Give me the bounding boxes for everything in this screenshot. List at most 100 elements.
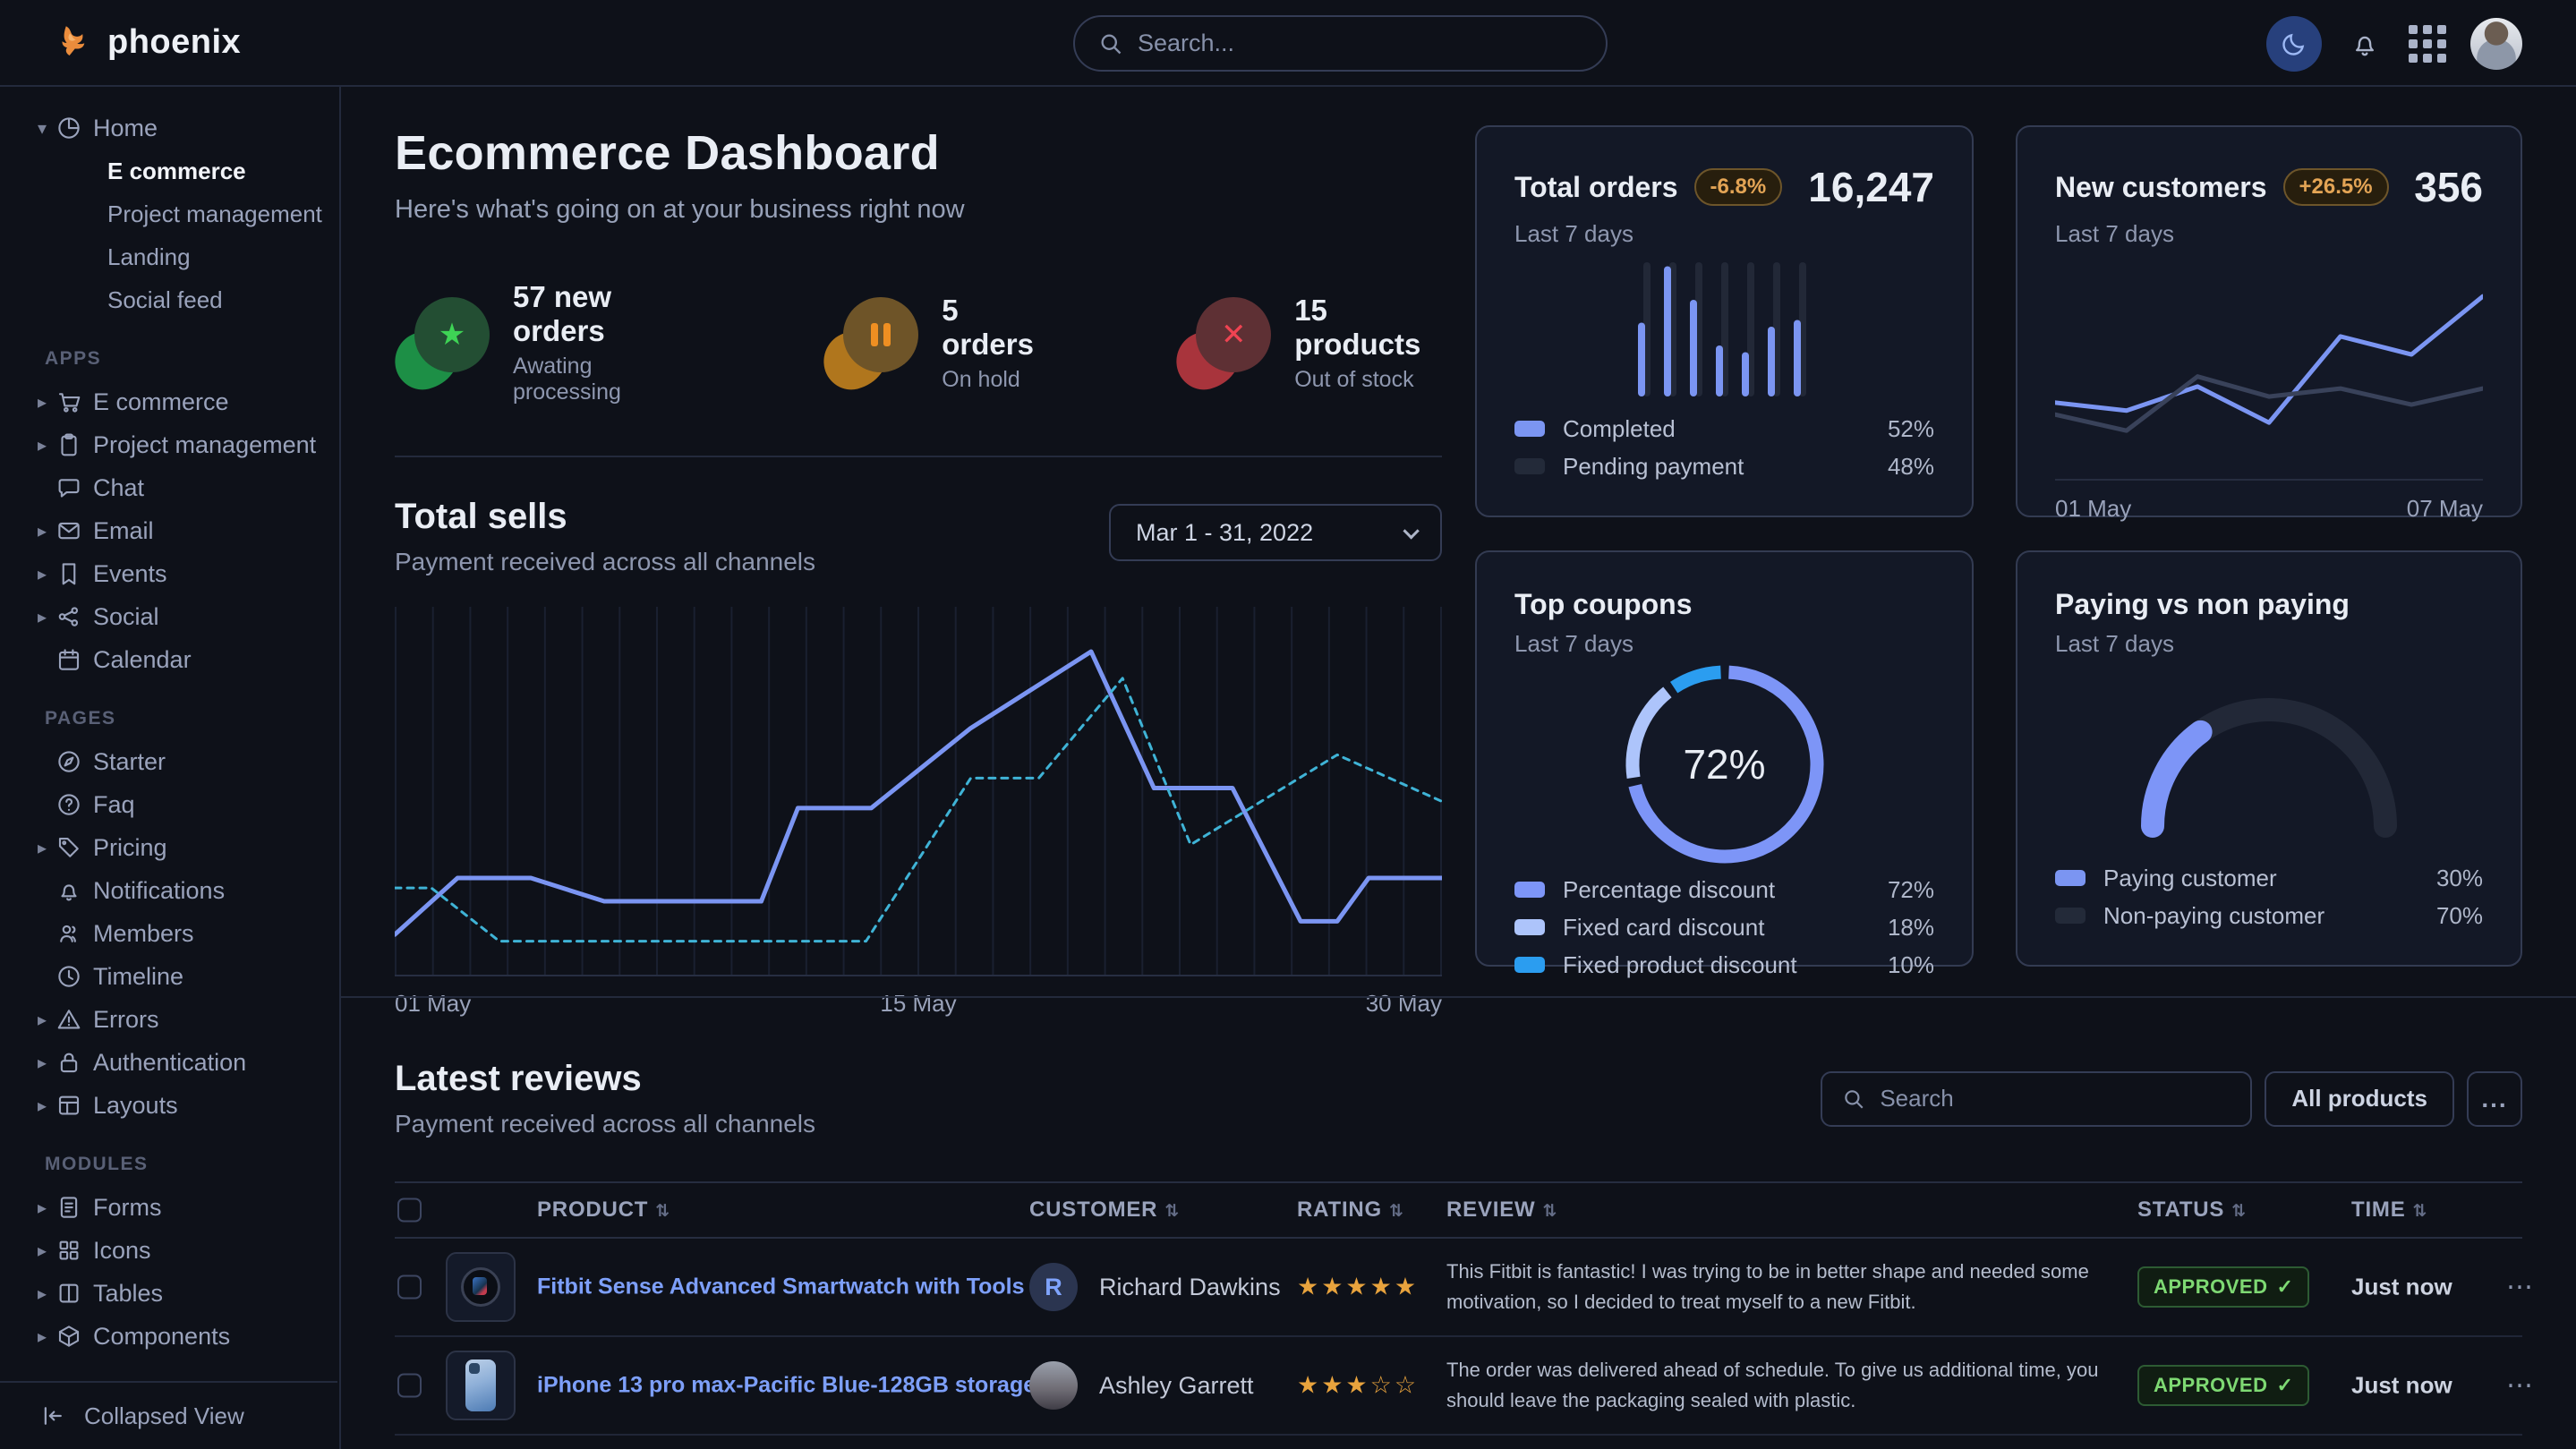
user-avatar[interactable] [2470, 18, 2522, 70]
check-icon: ✓ [2276, 1275, 2293, 1299]
customer-avatar[interactable]: R [1029, 1263, 1078, 1311]
status-badge: APPROVED✓ [2137, 1266, 2309, 1308]
stat-icon-star: ★ [395, 297, 490, 388]
reviews-controls: All products ... [1821, 1071, 2522, 1127]
row-menu-button[interactable]: ⋯ [2506, 1272, 2533, 1303]
sidebar-item-calendar[interactable]: Calendar [0, 638, 339, 681]
stat-icon-pause [823, 297, 918, 388]
paying-legend: Paying customer30%Non-paying customer70% [2055, 859, 2483, 934]
chevron-down-icon: ▾ [38, 117, 47, 140]
customer-cell: RRichard Dawkins [1029, 1263, 1281, 1311]
sidebar-item-notifications[interactable]: Notifications [0, 869, 339, 912]
new-customers-card: New customers +26.5% 356 Last 7 days 01 … [2016, 125, 2522, 517]
chevron-right-icon: ▸ [38, 1197, 47, 1219]
row-checkbox[interactable] [397, 1275, 422, 1300]
date-range-select[interactable]: Mar 1 - 31, 2022 [1109, 504, 1442, 561]
sidebar-subitem-project-management[interactable]: Project management [0, 192, 339, 235]
sidebar-item-label: Calendar [93, 646, 192, 674]
column-header-customer[interactable]: CUSTOMER⇅ [1029, 1198, 1180, 1223]
latest-reviews-section: Latest reviews Payment received across a… [341, 996, 2576, 1449]
app-root: phoenix ▾HomeE commerceProject ma [0, 0, 2576, 1449]
watch-image [461, 1267, 500, 1307]
sidebar-item-home[interactable]: ▾Home [0, 107, 339, 149]
sidebar-item-e-commerce[interactable]: ▸E commerce [0, 380, 339, 423]
more-options-button[interactable]: ... [2467, 1071, 2522, 1127]
sidebar-item-starter[interactable]: Starter [0, 740, 339, 783]
sidebar-item-email[interactable]: ▸Email [0, 509, 339, 552]
reviews-table: PRODUCT⇅ CUSTOMER⇅ RATING⇅ REVIEW⇅ STATUS⇅ TI… [395, 1181, 2522, 1449]
global-search[interactable] [1073, 15, 1608, 72]
legend-value: 48% [1888, 453, 1934, 481]
brand-name: phoenix [107, 23, 241, 62]
sidebar-item-icons[interactable]: ▸Icons [0, 1229, 339, 1272]
customer-cell: Ashley Garrett [1029, 1361, 1254, 1410]
share-icon [55, 603, 82, 630]
sidebar-item-members[interactable]: Members [0, 912, 339, 955]
column-header-rating[interactable]: RATING⇅ [1297, 1198, 1404, 1223]
stat-item: 5 ordersOn hold [823, 294, 1042, 393]
star-icon: ★ [414, 297, 490, 372]
date-range-value: Mar 1 - 31, 2022 [1136, 519, 1313, 547]
sidebar-item-chat[interactable]: Chat [0, 466, 339, 509]
legend-swatch-icon [1514, 458, 1545, 474]
chevron-right-icon: ▸ [38, 563, 47, 585]
sidebar-item-pricing[interactable]: ▸Pricing [0, 826, 339, 869]
paying-card: Paying vs non paying Last 7 days Paying … [2016, 550, 2522, 967]
product-thumbnail[interactable] [446, 1252, 516, 1322]
page-title: Ecommerce Dashboard [395, 125, 1442, 181]
reviews-table-header: PRODUCT⇅ CUSTOMER⇅ RATING⇅ REVIEW⇅ STATUS⇅ TI… [395, 1181, 2522, 1239]
collapse-sidebar-button[interactable]: Collapsed View [0, 1381, 337, 1449]
card-title: New customers [2055, 171, 2267, 204]
sidebar-item-forms[interactable]: ▸Forms [0, 1186, 339, 1229]
product-link[interactable]: Fitbit Sense Advanced Smartwatch with To… [537, 1274, 1070, 1300]
column-header-product[interactable]: PRODUCT⇅ [537, 1198, 670, 1223]
sidebar-item-social[interactable]: ▸Social [0, 595, 339, 638]
customers-line-chart [2055, 248, 2483, 473]
bookmark-icon [55, 560, 82, 587]
row-menu-button[interactable]: ⋯ [2506, 1370, 2533, 1402]
theme-toggle-button[interactable] [2266, 16, 2322, 72]
sidebar-subitem-social-feed[interactable]: Social feed [0, 278, 339, 321]
apps-grid-icon[interactable] [2408, 24, 2447, 64]
row-checkbox[interactable] [397, 1374, 422, 1398]
notifications-bell-icon[interactable] [2345, 24, 2384, 64]
sidebar-item-authentication[interactable]: ▸Authentication [0, 1041, 339, 1084]
customer-avatar[interactable] [1029, 1361, 1078, 1410]
reviews-search-input[interactable] [1880, 1085, 2231, 1112]
column-header-status[interactable]: STATUS⇅ [2137, 1198, 2247, 1223]
sidebar-subitem-landing[interactable]: Landing [0, 235, 339, 278]
sidebar-item-faq[interactable]: Faq [0, 783, 339, 826]
topbar-actions [2266, 0, 2522, 87]
phoenix-logo-icon [54, 22, 95, 64]
product-link[interactable]: iPhone 13 pro max-Pacific Blue-128GB sto… [537, 1373, 1036, 1399]
card-period: Last 7 days [1514, 220, 1934, 248]
search-input[interactable] [1138, 30, 1582, 57]
brand-logo[interactable]: phoenix [54, 22, 241, 64]
column-header-time[interactable]: TIME⇅ [2351, 1198, 2427, 1223]
delta-badge: +26.5% [2283, 168, 2389, 206]
sidebar-item-project-management[interactable]: ▸Project management [0, 423, 339, 466]
sidebar-item-timeline[interactable]: Timeline [0, 955, 339, 998]
sidebar-item-label: Project management [93, 431, 316, 459]
sidebar-item-layouts[interactable]: ▸Layouts [0, 1084, 339, 1127]
tag-icon [55, 834, 82, 861]
all-products-button[interactable]: All products [2265, 1071, 2454, 1127]
sidebar-subitem-e-commerce[interactable]: E commerce [0, 149, 339, 192]
sidebar-item-tables[interactable]: ▸Tables [0, 1272, 339, 1315]
total-sells-header: Total sells Payment received across all … [395, 497, 1442, 576]
check-icon: ✓ [2276, 1374, 2293, 1397]
product-thumbnail[interactable] [446, 1351, 516, 1420]
phone-image [465, 1360, 496, 1411]
sidebar-item-label: Timeline [93, 963, 183, 991]
legend-label: Completed [1563, 415, 1676, 443]
sidebar-item-components[interactable]: ▸Components [0, 1315, 339, 1358]
total-sells-subtitle: Payment received across all channels [395, 548, 815, 576]
stat-value: 57 new orders [513, 280, 689, 348]
sidebar-item-errors[interactable]: ▸Errors [0, 998, 339, 1041]
reviews-table-body: Fitbit Sense Advanced Smartwatch with To… [395, 1239, 2522, 1449]
select-all-checkbox[interactable] [397, 1198, 422, 1223]
reviews-search[interactable] [1821, 1071, 2252, 1127]
column-header-review[interactable]: REVIEW⇅ [1446, 1198, 1557, 1223]
sidebar-item-events[interactable]: ▸Events [0, 552, 339, 595]
total-sells-title: Total sells [395, 497, 815, 537]
